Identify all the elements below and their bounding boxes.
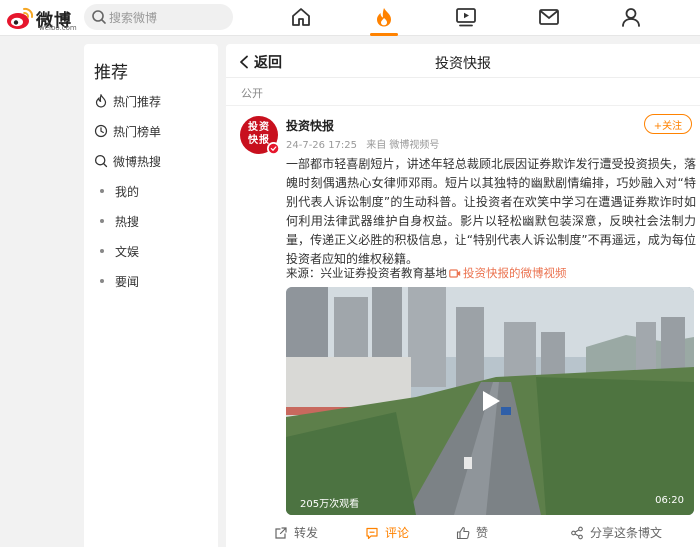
source-label: 来源：兴业证券投资者教育基地 [286, 266, 447, 280]
detail-header: 返回 投资快报 [226, 44, 700, 78]
play-icon[interactable] [476, 387, 504, 415]
video-source-link-label: 投资快报的微博视频 [463, 266, 567, 280]
sidebar-item-news[interactable]: 要闻 [94, 271, 139, 291]
top-bar: 微博 weibo.com 搜索微博 [0, 0, 700, 36]
sidebar-item-label: 热门推荐 [113, 94, 162, 109]
verified-badge-icon [267, 142, 280, 155]
sidebar-item-label: 热门榜单 [113, 124, 162, 139]
left-sidebar: 推荐 热门推荐 热门榜单 微博热搜 我的 热搜 文娱 要闻 [84, 44, 218, 547]
sidebar-item-entertainment[interactable]: 文娱 [94, 241, 139, 261]
post-source-line: 来源：兴业证券投资者教育基地 投资快报的微博视频 [286, 265, 567, 281]
video-play-icon[interactable] [455, 6, 477, 28]
bullet-dot [100, 189, 104, 193]
clock-icon [94, 124, 108, 138]
post-source: 来自 微博视频号 [366, 140, 440, 151]
search-icon [92, 10, 106, 24]
author-name[interactable]: 投资快报 [286, 117, 334, 134]
sidebar-item-label: 微博热搜 [113, 154, 162, 169]
post-time[interactable]: 24-7-26 17:25 [286, 140, 357, 151]
mail-icon[interactable] [538, 6, 560, 28]
bullet-dot [100, 279, 104, 283]
sidebar-item-trending[interactable]: 热搜 [94, 211, 139, 231]
comment-button[interactable]: 评论 [365, 524, 409, 541]
sidebar-item-label: 要闻 [115, 274, 140, 289]
share-label: 分享这条博文 [590, 526, 663, 540]
logo-domain: weibo.com [39, 24, 77, 32]
post-detail-panel: 返回 投资快报 公开 投资快报 投资快报 24-7-26 17:25 来自 微博… [226, 44, 700, 547]
bullet-dot [100, 249, 104, 253]
comment-label: 评论 [385, 526, 410, 540]
share-button[interactable]: 分享这条博文 [570, 524, 662, 541]
divider [226, 105, 700, 106]
sidebar-item-hot-recommend[interactable]: 热门推荐 [94, 91, 161, 111]
video-view-count: 205万次观看 [300, 499, 360, 510]
post-meta: 24-7-26 17:25 来自 微博视频号 [286, 136, 445, 151]
fire-icon [95, 94, 107, 108]
sidebar-item-label: 我的 [115, 184, 140, 199]
sidebar-item-label: 热搜 [115, 214, 140, 229]
post-actions: 转发 评论 赞 分享这条博文 [226, 522, 700, 547]
like-button[interactable]: 赞 [456, 524, 488, 541]
video-source-link[interactable]: 投资快报的微博视频 [449, 265, 567, 281]
sidebar-item-hot-list[interactable]: 热门榜单 [94, 121, 161, 141]
repost-button[interactable]: 转发 [274, 524, 318, 541]
like-label: 赞 [476, 526, 489, 540]
follow-button[interactable]: +关注 [644, 114, 692, 134]
share-icon [571, 526, 583, 539]
page-title: 投资快报 [435, 56, 491, 72]
video-camera-icon [449, 268, 461, 278]
bullet-dot [100, 219, 104, 223]
sidebar-item-mine[interactable]: 我的 [94, 181, 139, 201]
weibo-logo[interactable]: 微博 weibo.com [6, 4, 77, 32]
search-placeholder: 搜索微博 [109, 11, 158, 25]
sidebar-item-label: 文娱 [115, 244, 140, 259]
repost-icon [275, 526, 287, 539]
thumbs-up-icon [456, 526, 470, 539]
sidebar-title: 推荐 [94, 63, 128, 83]
repost-label: 转发 [294, 526, 319, 540]
avatar[interactable]: 投资快报 [240, 116, 280, 155]
visibility-label: 公开 [241, 87, 263, 100]
nav-active-indicator [370, 33, 398, 36]
post-text: 一部都市轻喜剧短片，讲述年轻总裁顾北辰因证券欺诈发行遭受投资损失，落魄时刻偶遇热… [286, 157, 696, 266]
video-duration: 06:20 [655, 495, 684, 506]
search-input[interactable]: 搜索微博 [84, 4, 233, 30]
comment-icon [366, 527, 378, 539]
video-player[interactable]: 205万次观看 06:20 [286, 287, 694, 515]
profile-icon[interactable] [620, 6, 642, 28]
sidebar-item-hot-search[interactable]: 微博热搜 [94, 151, 161, 171]
home-icon[interactable] [290, 6, 312, 28]
weibo-logo-icon [7, 7, 34, 29]
search-icon [94, 154, 108, 168]
hot-fire-icon[interactable] [373, 6, 395, 28]
